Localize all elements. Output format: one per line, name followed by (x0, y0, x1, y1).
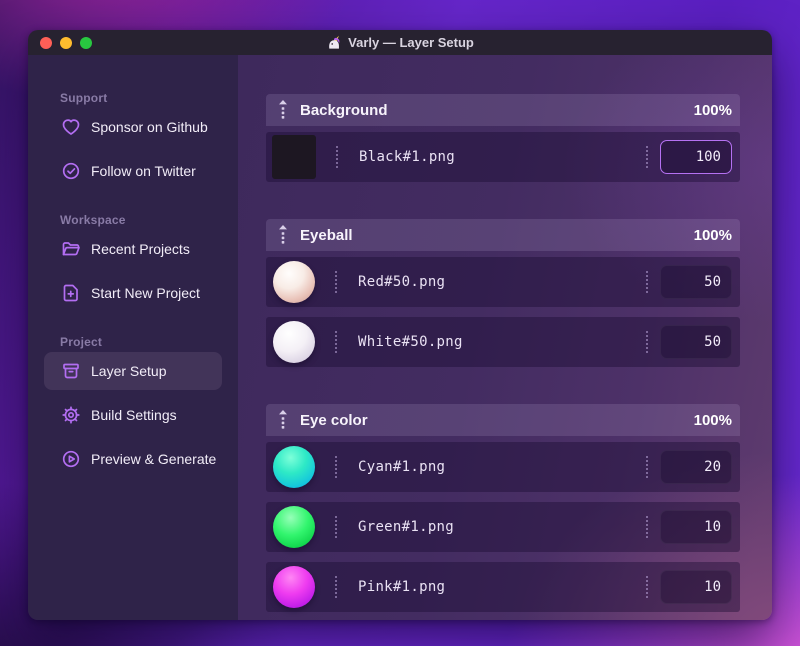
heart-icon (60, 116, 82, 138)
sidebar-section-support: Support (60, 91, 108, 105)
sidebar-item-follow-on-twitter[interactable]: Follow on Twitter (28, 149, 238, 193)
layer-filename: Cyan#1.png (358, 459, 446, 475)
divider (336, 146, 338, 168)
layer-weight-input[interactable] (660, 450, 732, 484)
layer-weight-input[interactable] (660, 265, 732, 299)
divider (335, 576, 337, 598)
layer-thumbnail (273, 566, 315, 608)
divider (646, 146, 648, 168)
layer-filename: Green#1.png (358, 519, 455, 535)
close-button[interactable] (40, 36, 52, 49)
sidebar-item-label: Layer Setup (91, 363, 167, 379)
sidebar-item-label: Build Settings (91, 407, 177, 423)
window-title: Varly — Layer Setup (326, 30, 474, 55)
layer-filename: Red#50.png (358, 274, 446, 290)
traffic-lights (40, 36, 92, 49)
sidebar-item-start-new-project[interactable]: Start New Project (28, 271, 238, 315)
play-circle-icon (60, 448, 82, 470)
layer-row[interactable]: White#50.png (266, 317, 740, 367)
layer-thumbnail (272, 135, 316, 179)
document-plus-icon (60, 282, 82, 304)
archive-box-icon (60, 360, 82, 382)
sidebar-item-label: Preview & Generate (91, 451, 217, 467)
divider (646, 331, 648, 353)
divider (646, 516, 648, 538)
layer-thumbnail (273, 506, 315, 548)
drag-handle-icon[interactable] (278, 224, 288, 246)
group-header[interactable]: Eyeball 100% (266, 219, 740, 251)
sidebar-item-label: Start New Project (91, 285, 200, 301)
window-title-text: Varly — Layer Setup (348, 35, 474, 50)
layer-weight-input[interactable] (660, 325, 732, 359)
group-weight: 100% (693, 411, 732, 429)
title-bar: Varly — Layer Setup (28, 30, 772, 55)
sidebar-section-workspace: Workspace (60, 213, 126, 227)
layer-row[interactable]: Cyan#1.png (266, 442, 740, 492)
sidebar-item-label: Recent Projects (91, 241, 190, 257)
sidebar-section-project: Project (60, 335, 103, 349)
divider (335, 516, 337, 538)
drag-handle-icon[interactable] (278, 409, 288, 431)
group-title: Eyeball (300, 226, 353, 244)
layer-row[interactable]: Green#1.png (266, 502, 740, 552)
sidebar-item-sponsor-on-github[interactable]: Sponsor on Github (28, 105, 238, 149)
layer-filename: Pink#1.png (358, 579, 446, 595)
group-title: Background (300, 101, 388, 119)
sidebar-item-build-settings[interactable]: Build Settings (28, 393, 238, 437)
app-window: Varly — Layer Setup Support Sponsor on G… (28, 30, 772, 620)
layer-filename: Black#1.png (359, 149, 456, 165)
sidebar-item-label: Sponsor on Github (91, 119, 208, 135)
group-weight: 100% (693, 101, 732, 119)
layer-weight-input[interactable] (660, 510, 732, 544)
sidebar: Support Sponsor on Github Follow on Twit… (28, 55, 238, 620)
unicorn-icon (329, 35, 340, 49)
divider (646, 576, 648, 598)
sidebar-item-preview-generate[interactable]: Preview & Generate (28, 437, 238, 481)
divider (335, 271, 337, 293)
sidebar-item-recent-projects[interactable]: Recent Projects (28, 227, 238, 271)
sidebar-item-label: Follow on Twitter (91, 163, 196, 179)
layer-row[interactable]: Red#50.png (266, 257, 740, 307)
drag-handle-icon[interactable] (278, 99, 288, 121)
group-header[interactable]: Background 100% (266, 94, 740, 126)
group-title: Eye color (300, 411, 368, 429)
layer-weight-input[interactable] (660, 140, 732, 174)
layer-setup-panel: Background 100% Black#1.png 100 Eyeball … (238, 55, 772, 620)
zoom-button[interactable] (80, 36, 92, 49)
layer-thumbnail (273, 321, 315, 363)
layer-group-background: Background 100% Black#1.png (266, 94, 740, 182)
group-header[interactable]: Eye color 100% (266, 404, 740, 436)
layer-thumbnail (273, 446, 315, 488)
layer-weight-input[interactable] (660, 570, 732, 604)
layer-row[interactable]: Black#1.png (266, 132, 740, 182)
layer-row[interactable]: Pink#1.png (266, 562, 740, 612)
layer-group-eyeball: Eyeball 100% Red#50.png White#50.png (266, 219, 740, 367)
divider (646, 271, 648, 293)
divider (646, 456, 648, 478)
folder-icon (60, 238, 82, 260)
badge-check-icon (60, 160, 82, 182)
layer-filename: White#50.png (358, 334, 463, 350)
gear-icon (60, 404, 82, 426)
layer-thumbnail (273, 261, 315, 303)
divider (335, 331, 337, 353)
group-weight: 100% (693, 226, 732, 244)
sidebar-item-layer-setup[interactable]: Layer Setup (44, 352, 222, 390)
minimize-button[interactable] (60, 36, 72, 49)
layer-group-eye-color: Eye color 100% Cyan#1.png Green#1.png (266, 404, 740, 612)
divider (335, 456, 337, 478)
